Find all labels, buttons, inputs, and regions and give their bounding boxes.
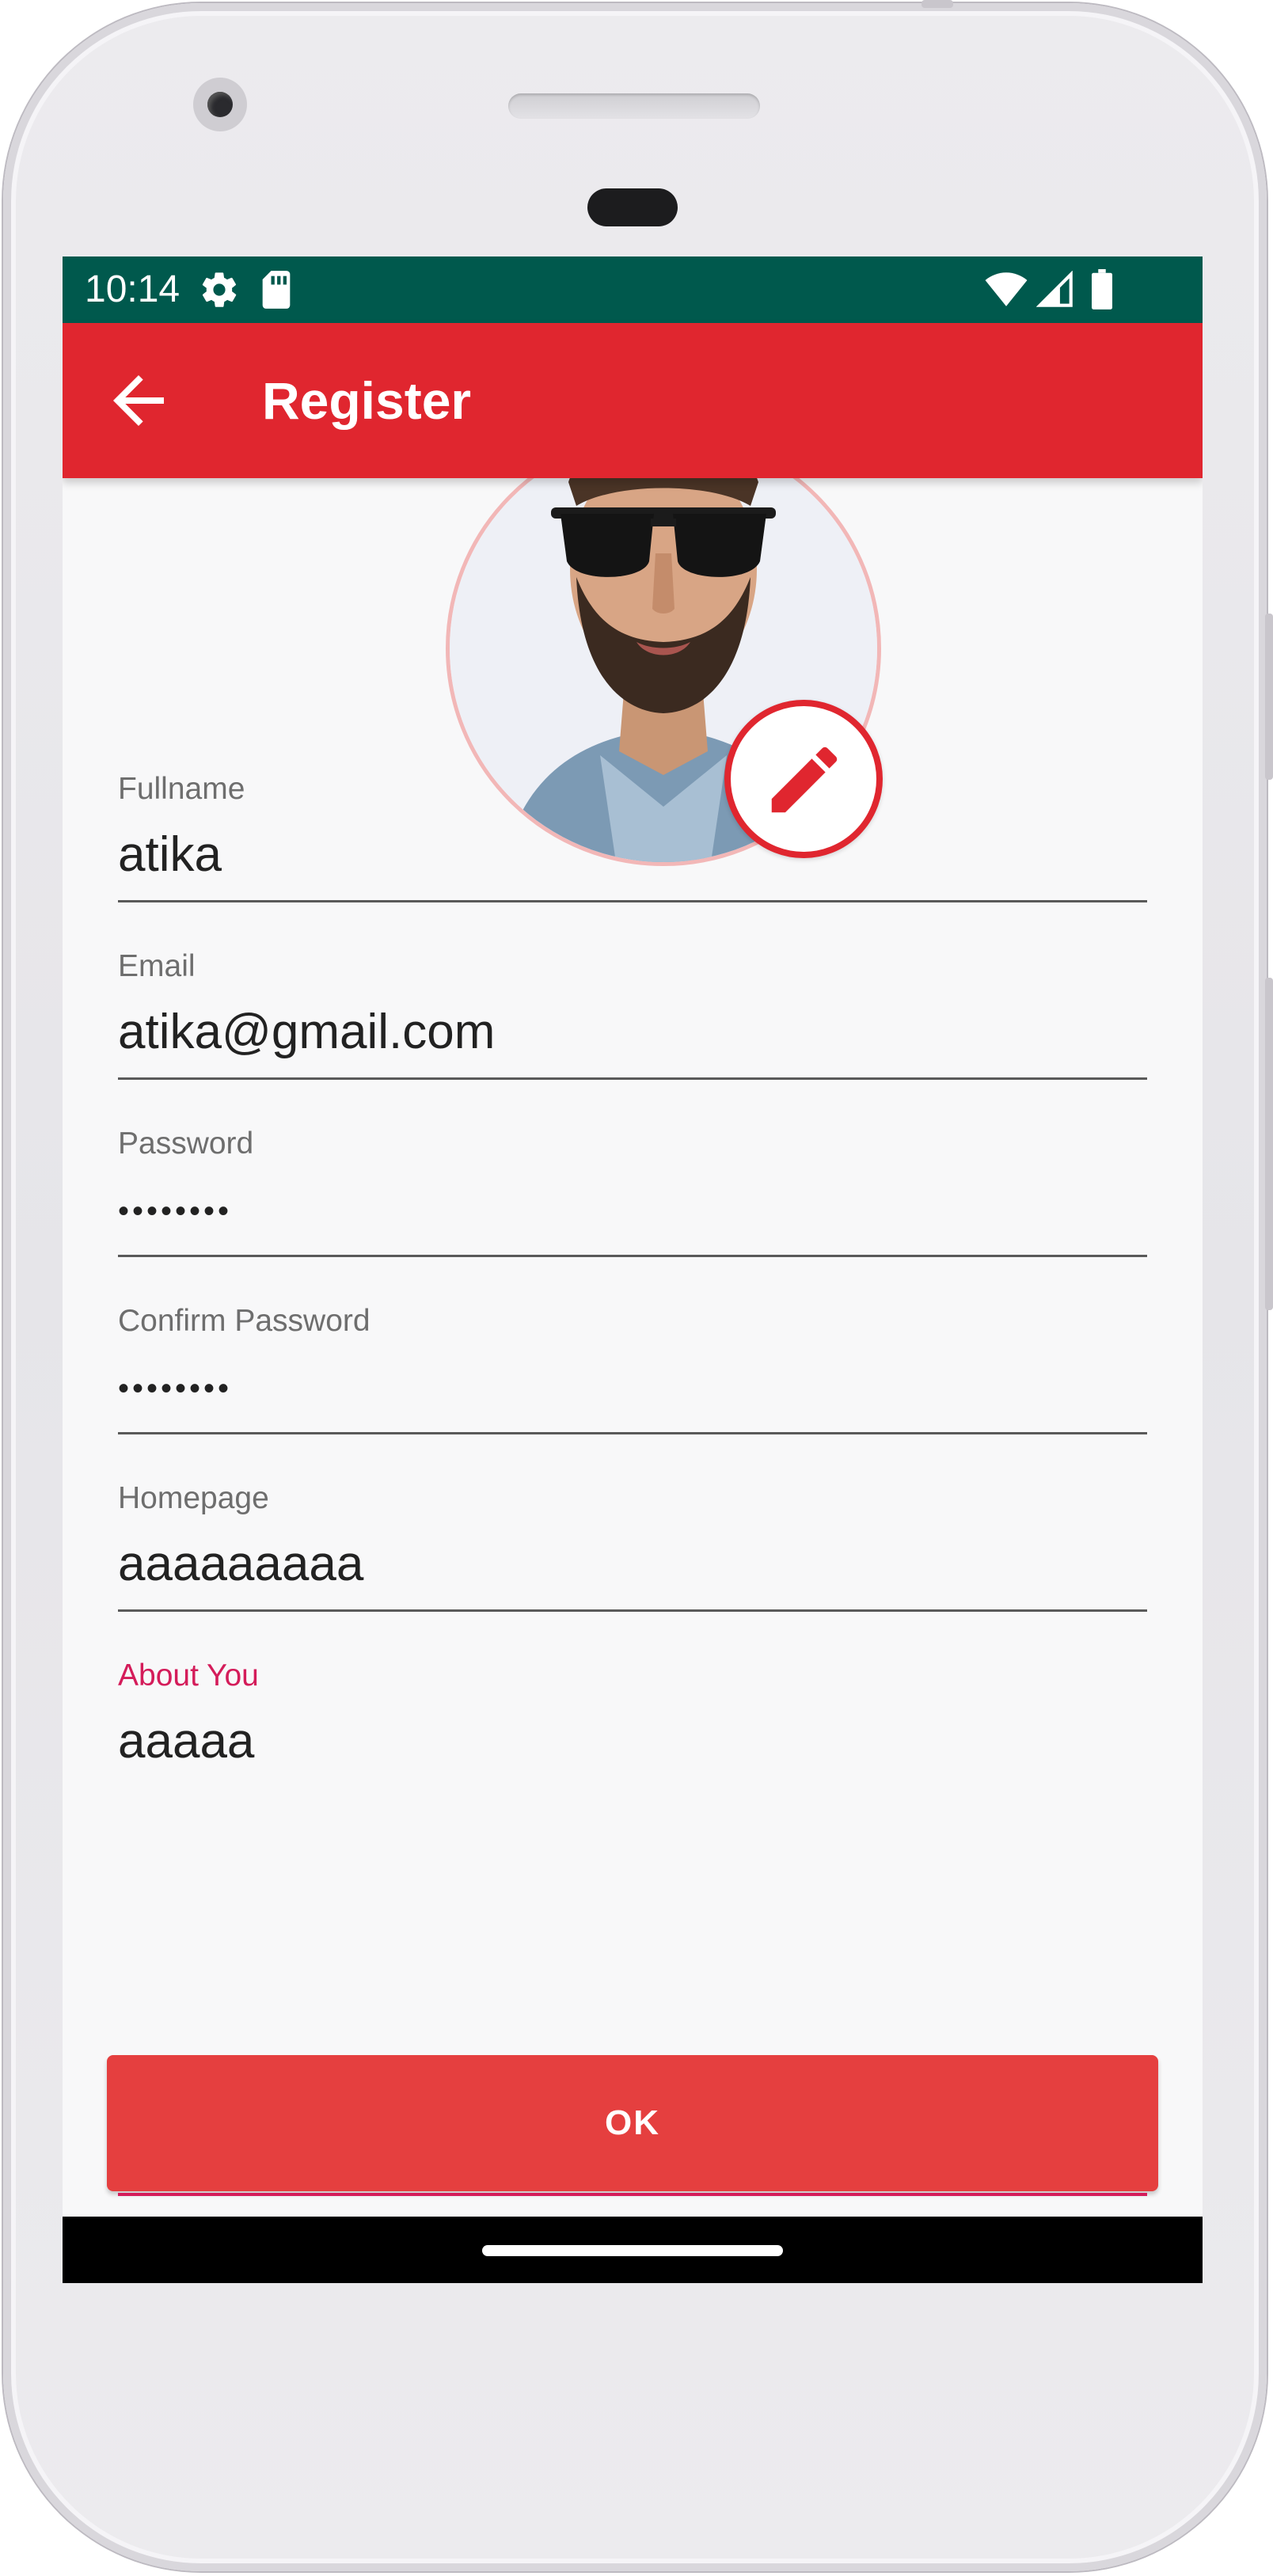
proximity-sensor — [587, 188, 678, 226]
confirm-password-input[interactable]: •••••••• — [118, 1355, 1147, 1419]
confirm-password-underline — [118, 1432, 1147, 1434]
confirm-password-label: Confirm Password — [118, 1304, 370, 1338]
about-you-input[interactable]: aaaaa — [118, 1710, 1147, 2011]
profile-avatar-container — [446, 431, 889, 874]
password-label: Password — [118, 1127, 254, 1161]
wifi-icon — [984, 271, 1028, 311]
homepage-label: Homepage — [118, 1481, 269, 1515]
cellular-signal-icon — [1036, 270, 1073, 311]
password-field: Password •••••••• — [118, 1126, 1147, 1260]
navigation-bar — [63, 2217, 1203, 2283]
home-gesture-handle[interactable] — [482, 2245, 783, 2256]
arrow-back-icon — [101, 375, 177, 442]
pencil-icon — [761, 736, 848, 827]
volume-button — [1265, 978, 1273, 1310]
earpiece-speaker — [508, 93, 760, 119]
about-you-label: About You — [118, 1658, 259, 1693]
about-you-field: About You aaaaa — [118, 1658, 1147, 1974]
ok-button[interactable]: OK — [107, 2055, 1158, 2191]
page-title: Register — [262, 371, 472, 430]
app-screen: 10:14 Register Fullname atika Email atik… — [63, 256, 1203, 2283]
email-label: Email — [118, 949, 196, 983]
confirm-password-field: Confirm Password •••••••• — [118, 1303, 1147, 1438]
homepage-underline — [118, 1609, 1147, 1612]
power-button — [1265, 614, 1273, 780]
homepage-field: Homepage aaaaaaaaa — [118, 1480, 1147, 1615]
password-underline — [118, 1255, 1147, 1257]
email-underline — [118, 1077, 1147, 1080]
email-input[interactable]: atika@gmail.com — [118, 1001, 1147, 1064]
front-camera — [193, 78, 247, 131]
settings-gear-icon — [199, 269, 240, 314]
status-time: 10:14 — [85, 268, 180, 310]
about-you-focus-underline — [118, 2193, 1147, 2196]
app-bar: Register — [63, 323, 1203, 478]
password-input[interactable]: •••••••• — [118, 1178, 1147, 1241]
edit-avatar-button[interactable] — [724, 700, 883, 858]
back-button[interactable] — [101, 363, 177, 439]
sd-card-icon — [259, 269, 294, 314]
device-stage: 10:14 Register Fullname atika Email atik… — [0, 0, 1273, 2576]
fullname-underline — [118, 900, 1147, 902]
top-edge-notch — [922, 0, 953, 8]
status-bar: 10:14 — [63, 256, 1203, 323]
homepage-input[interactable]: aaaaaaaaa — [118, 1533, 1147, 1596]
fullname-label: Fullname — [118, 772, 245, 806]
battery-icon — [1090, 269, 1114, 314]
email-field: Email atika@gmail.com — [118, 948, 1147, 1083]
